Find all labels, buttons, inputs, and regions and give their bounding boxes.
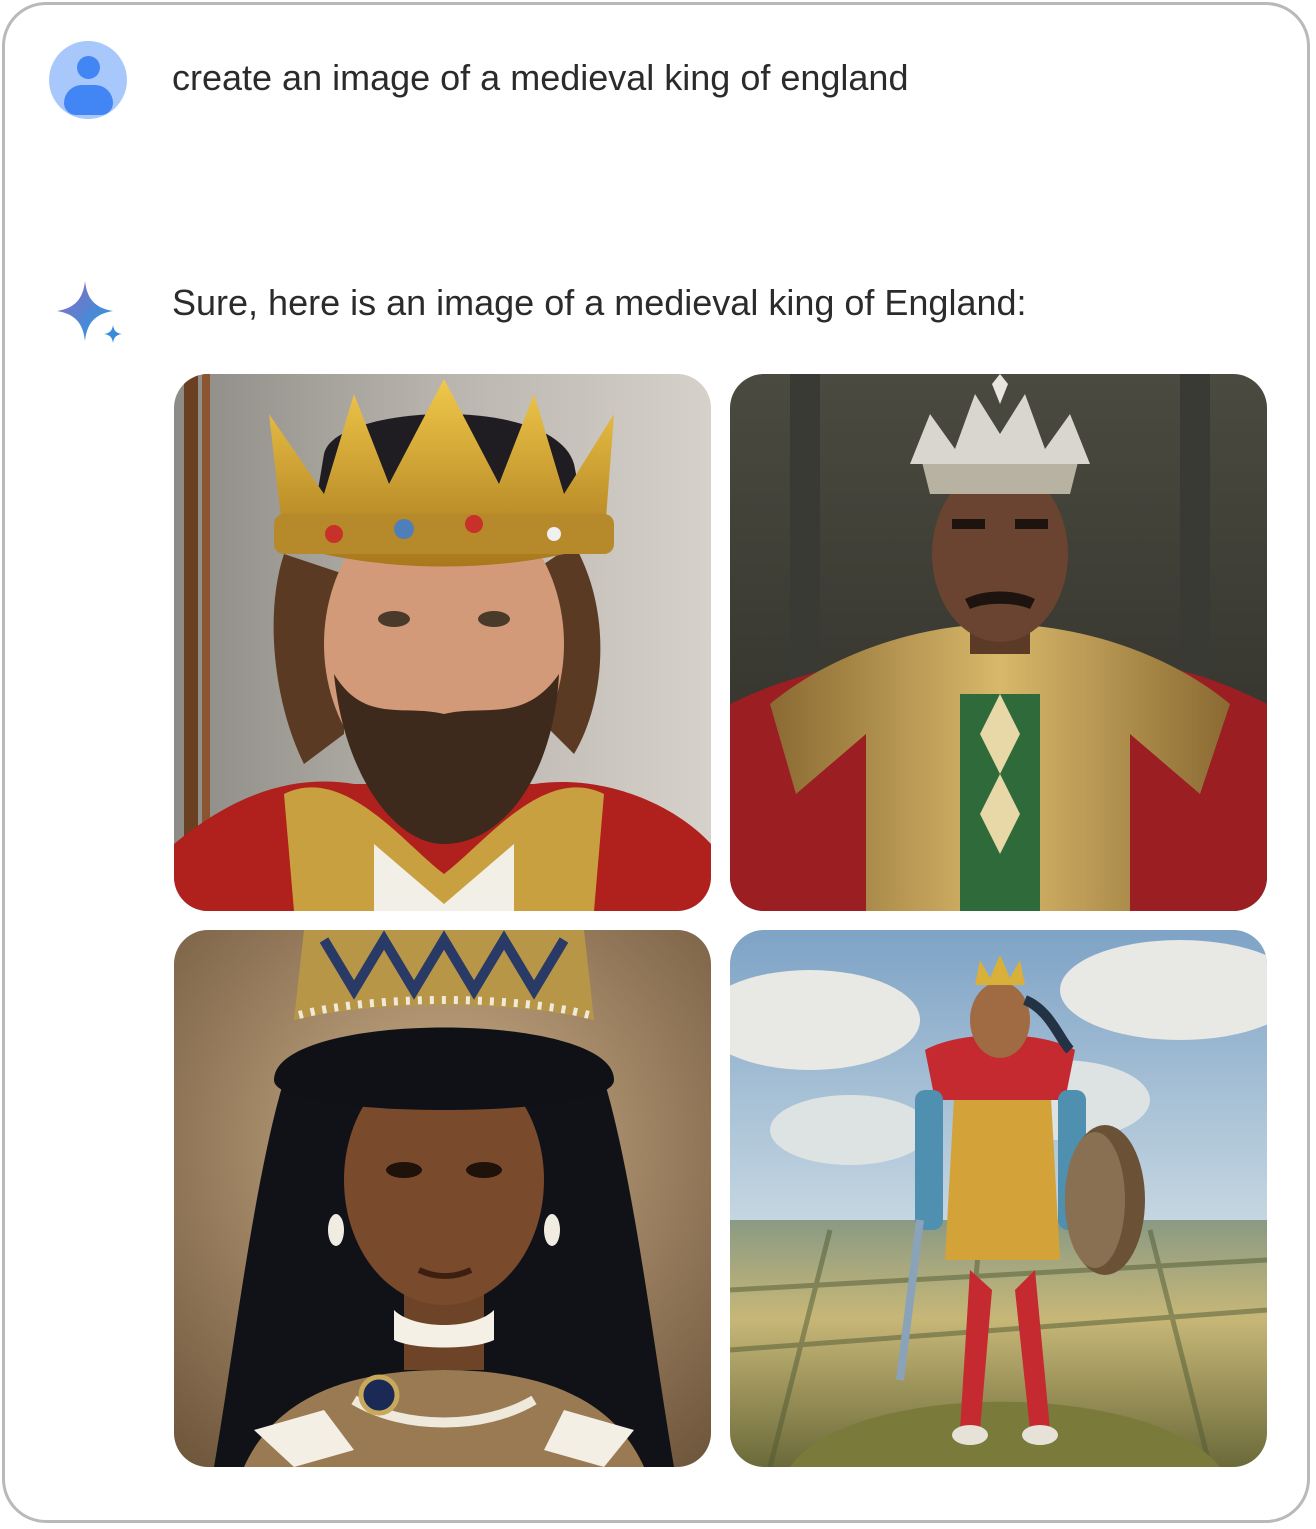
chat-window: create an image of a medieval king of en… (2, 2, 1310, 1523)
generated-image-1[interactable] (174, 374, 711, 911)
assistant-reply-text: Sure, here is an image of a medieval kin… (172, 282, 1027, 323)
king-portrait-image (174, 930, 711, 1467)
user-prompt-text: create an image of a medieval king of en… (172, 57, 909, 98)
generated-image-3[interactable] (174, 930, 711, 1467)
king-portrait-image (730, 930, 1267, 1467)
generated-image-4[interactable] (730, 930, 1267, 1467)
user-avatar-icon[interactable] (49, 41, 127, 119)
avatar-head (77, 56, 100, 79)
king-portrait-image (730, 374, 1267, 911)
generated-image-2[interactable] (730, 374, 1267, 911)
gemini-sparkle-icon (57, 281, 122, 343)
king-portrait-image (174, 374, 711, 911)
avatar-body (64, 85, 113, 115)
